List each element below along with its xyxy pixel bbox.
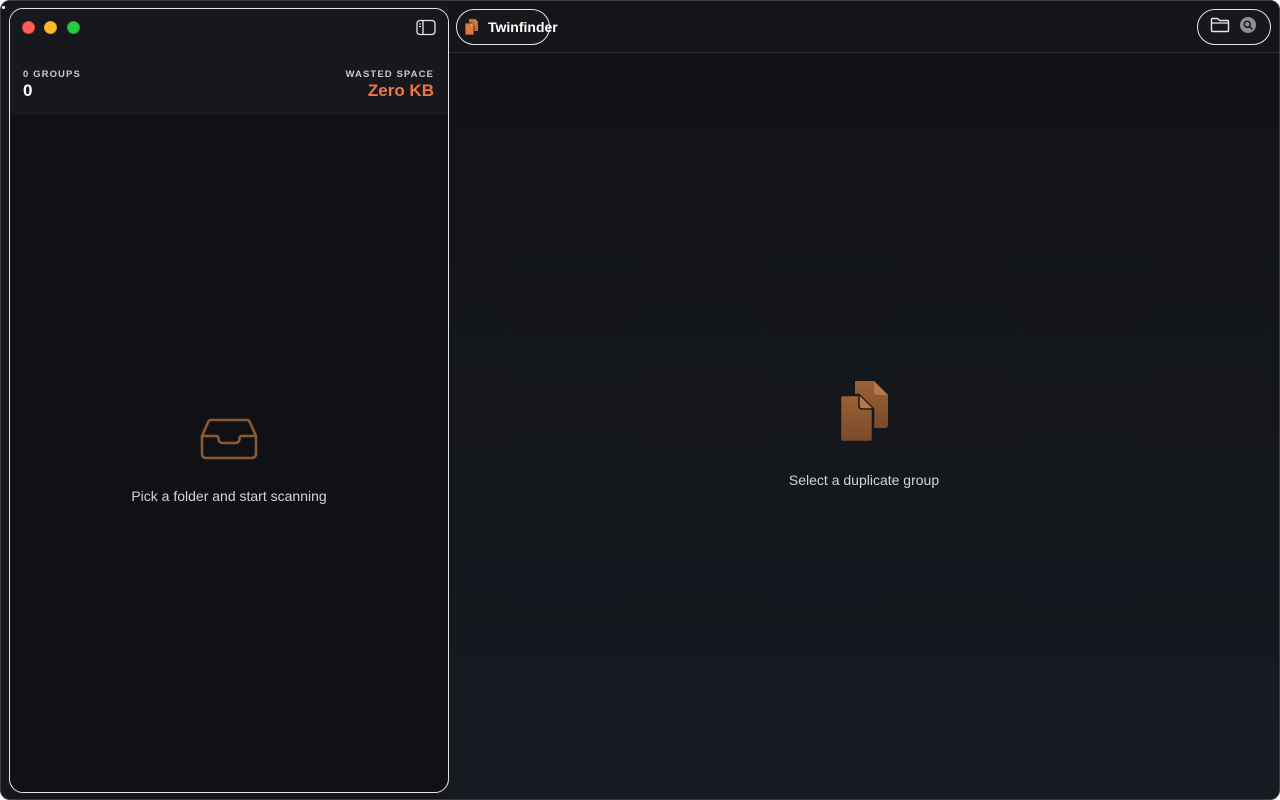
open-folder-button[interactable]: [1208, 15, 1232, 39]
window-close-button[interactable]: [22, 21, 35, 34]
detail-pane: Twinfinder Select a duplicate group: [449, 1, 1279, 799]
sidebar-toggle-icon[interactable]: [416, 19, 436, 36]
window-minimize-button[interactable]: [44, 21, 57, 34]
groups-count-value: 0: [23, 81, 33, 100]
toolbar: Twinfinder: [449, 1, 1279, 53]
scan-button[interactable]: [1236, 15, 1260, 39]
sidebar-header: 0 GROUPS 0 WASTED SPACE Zero KB: [10, 9, 448, 115]
window-corner-marker: [1, 5, 6, 10]
sidebar-empty-state: Pick a folder and start scanning: [10, 417, 448, 504]
folder-icon: [1210, 17, 1230, 38]
app-title-pill[interactable]: Twinfinder: [456, 9, 558, 45]
window-zoom-button[interactable]: [67, 21, 80, 34]
wasted-space-label: WASTED SPACE: [345, 69, 434, 80]
detail-empty-state: Select a duplicate group: [449, 379, 1279, 488]
duplicate-documents-icon: [837, 379, 891, 448]
toolbar-actions: [1197, 9, 1271, 45]
tray-icon: [199, 417, 259, 466]
app-icon: [464, 18, 480, 36]
sidebar: 0 GROUPS 0 WASTED SPACE Zero KB Pick a f…: [9, 8, 449, 793]
search-icon: [1239, 16, 1257, 39]
groups-count-label: 0 GROUPS: [23, 69, 81, 80]
detail-empty-message: Select a duplicate group: [788, 472, 940, 488]
wasted-space-value: Zero KB: [367, 81, 434, 100]
sidebar-empty-message: Pick a folder and start scanning: [131, 488, 327, 504]
app-window: Twinfinder Select a duplicate group 0 GR…: [0, 0, 1280, 800]
app-title: Twinfinder: [488, 19, 558, 35]
